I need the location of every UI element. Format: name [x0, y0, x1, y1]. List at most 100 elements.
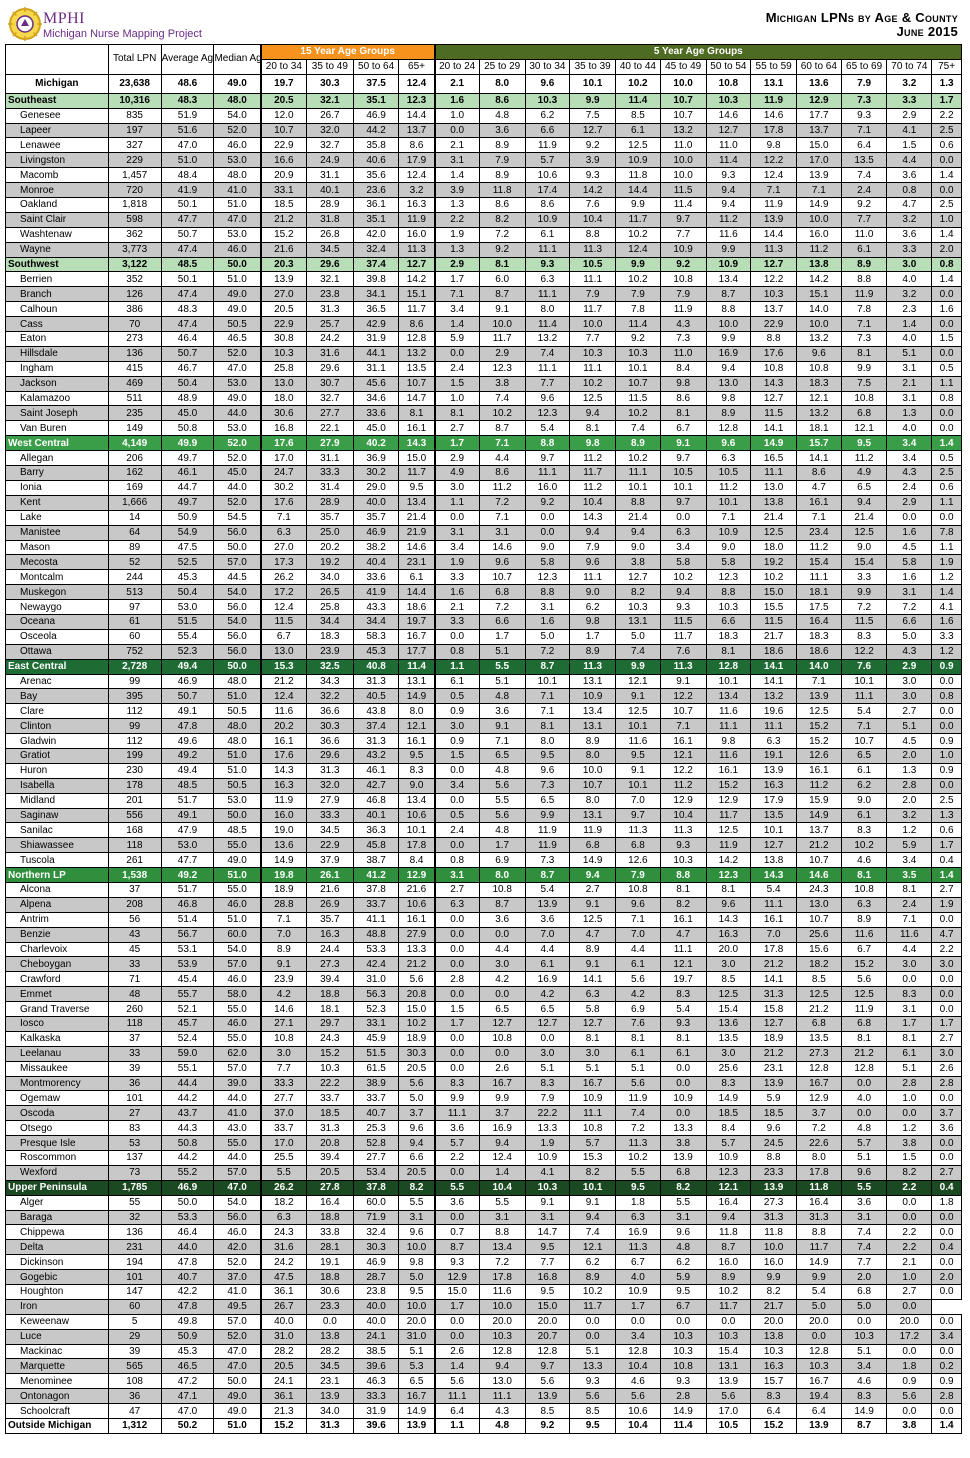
- table-cell: 9.5: [569, 1418, 617, 1434]
- table-cell: 46.4: [160, 331, 215, 347]
- table-cell: 11.3: [569, 658, 617, 675]
- table-cell: 1.4: [478, 1164, 526, 1181]
- table-cell: 0.0: [931, 1001, 962, 1017]
- table-cell: 0.0: [433, 926, 480, 943]
- table-cell: 1.6: [886, 569, 933, 586]
- table-cell: 4.5: [886, 539, 933, 556]
- table-cell: 31.0: [398, 1328, 436, 1345]
- table-cell: 0.5: [433, 688, 480, 705]
- table-row: Mecosta 52 52.5 57.0 17.3 19.2 40.4 23.1 1.9 9.6 5…: [5, 554, 962, 571]
- row-label: Kalkaska: [5, 1030, 109, 1047]
- table-cell: 2.0: [931, 241, 962, 258]
- table-cell: 1.5: [433, 747, 480, 764]
- table-cell: 16.5: [750, 450, 797, 467]
- table-cell: 20.5: [398, 1164, 436, 1181]
- table-cell: 53: [107, 1135, 162, 1152]
- table-cell: 7.4: [840, 167, 888, 184]
- table-cell: 20.0: [524, 1313, 571, 1330]
- table-cell: 9.5: [398, 747, 436, 764]
- table-cell: 7.9: [524, 1090, 571, 1107]
- table-cell: 11.9: [524, 837, 571, 854]
- table-cell: 7.9: [840, 73, 888, 94]
- table-row: Ionia 169 44.7 44.0 30.2 31.4 29.0 9.5 3.0 11.2 16…: [5, 479, 962, 496]
- table-cell: 31.9: [352, 1403, 400, 1420]
- table-cell: 1.3: [433, 197, 480, 213]
- row-label: Wayne: [5, 241, 109, 258]
- table-row: Missaukee 39 55.1 57.0 7.7 10.3 61.5 20.5 0.0 2.6…: [5, 1060, 962, 1077]
- table-cell: 1.4: [433, 316, 480, 333]
- table-cell: 8.0: [524, 733, 571, 749]
- table-row: Oscoda 27 43.7 41.0 37.0 18.5 40.7 3.7 11.1 3.7 22…: [5, 1105, 962, 1122]
- table-cell: 12.6: [615, 852, 661, 869]
- table-cell: 18.9: [398, 1030, 436, 1047]
- table-cell: 14.6: [259, 1001, 307, 1017]
- table-cell: 12.4: [398, 167, 436, 184]
- table-row: Iron 60 47.8 49.5 26.7 23.3 40.0 10.0 1.7 10.0 15.…: [5, 1298, 962, 1315]
- table-cell: 33.3: [305, 465, 354, 481]
- row-label: Otsego: [5, 1120, 109, 1137]
- table-cell: 37.4: [352, 256, 400, 273]
- table-cell: 8.8: [524, 435, 571, 452]
- table-cell: 34.4: [352, 613, 400, 630]
- table-cell: 6.4: [433, 1403, 480, 1420]
- table-cell: 9.1: [259, 956, 307, 973]
- table-cell: 3.6: [433, 1120, 480, 1137]
- table-cell: 40.0: [259, 1313, 307, 1330]
- table-cell: 54.5: [213, 509, 262, 526]
- table-cell: 50.4: [160, 584, 215, 601]
- table-cell: 13.9: [750, 211, 797, 228]
- table-cell: 415: [107, 360, 162, 377]
- table-row: Oceana 61 51.5 54.0 11.5 34.4 34.4 19.7 3.3 6.6 1.…: [5, 613, 962, 630]
- table-cell: 10.4: [478, 1179, 526, 1196]
- table-cell: 0.9: [931, 733, 962, 749]
- table-cell: 4.4: [886, 152, 933, 169]
- table-cell: 10.4: [569, 211, 617, 228]
- table-cell: 28.2: [305, 1343, 354, 1360]
- table-cell: 42.9: [352, 316, 400, 333]
- table-cell: 1.6: [524, 613, 571, 630]
- header-average-age: Average Age: [160, 44, 215, 75]
- table-row: Crawford 71 45.4 46.0 23.9 39.4 31.0 5.6 2.8 4.2 1…: [5, 971, 962, 988]
- table-cell: 7.1: [259, 911, 307, 928]
- table-cell: 9.3: [433, 1254, 480, 1271]
- table-cell: 14.9: [659, 1403, 707, 1420]
- table-cell: 31.3: [305, 762, 354, 779]
- table-cell: 12.8: [398, 331, 436, 347]
- table-cell: 7.2: [478, 599, 526, 615]
- age5-header-4: 40 to 44: [615, 58, 661, 75]
- table-cell: 89: [107, 539, 162, 556]
- table-row: Berrien 352 50.1 51.0 13.9 32.1 39.8 14.2 1.7 6.0…: [5, 271, 962, 288]
- table-cell: 9.9: [840, 360, 888, 377]
- table-cell: 10.4: [659, 807, 707, 824]
- table-cell: 0.8: [886, 182, 933, 199]
- table-cell: 31.6: [305, 345, 354, 362]
- table-cell: 11.6: [259, 703, 307, 720]
- table-cell: 9.1: [569, 896, 617, 913]
- table-cell: 5.1: [398, 1343, 436, 1360]
- table-cell: 10.0: [569, 316, 617, 333]
- table-cell: 39.8: [352, 271, 400, 288]
- table-cell: 40.0: [352, 494, 400, 511]
- table-cell: 8.5: [524, 1403, 571, 1420]
- table-cell: 8.9: [569, 1269, 617, 1286]
- table-cell: 4.0: [886, 271, 933, 288]
- table-cell: 41.0: [213, 1284, 262, 1300]
- table-cell: 20.5: [259, 1358, 307, 1375]
- table-cell: 21.2: [259, 673, 307, 690]
- table-cell: 5.8: [886, 554, 933, 571]
- table-cell: 15.0: [433, 1284, 480, 1300]
- table-cell: 38.9: [352, 1075, 400, 1092]
- row-label: Livingston: [5, 152, 109, 169]
- table-cell: 5.8: [705, 554, 752, 571]
- table-cell: 15.2: [305, 1045, 354, 1062]
- table-cell: 11.5: [659, 613, 707, 630]
- table-cell: 6.6: [478, 613, 526, 630]
- table-cell: 5.5: [615, 1164, 661, 1181]
- table-cell: 43.3: [352, 599, 400, 615]
- table-cell: 13.8: [750, 1328, 797, 1345]
- table-cell: 46.7: [160, 360, 215, 377]
- table-cell: 13.2: [524, 331, 571, 347]
- table-cell: 12.3: [478, 360, 526, 377]
- table-cell: 12.5: [615, 137, 661, 154]
- table-cell: 52.3: [160, 643, 215, 660]
